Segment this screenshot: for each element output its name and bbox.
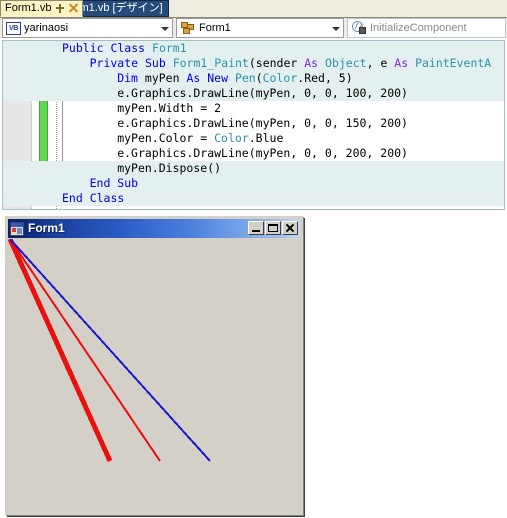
code-line-text: e.Graphics.DrawLine(myPen, 0, 0, 200, 20… [117, 146, 408, 160]
code-line-text: myPen.Color = Color.Blue [117, 131, 284, 145]
code-text-area[interactable]: Public Class Form1 Private Sub Form1_Pain… [3, 41, 504, 209]
code-editor[interactable]: Public Class Form1 Private Sub Form1_Pain… [2, 40, 505, 210]
chevron-down-icon[interactable] [158, 19, 172, 37]
form-title-bar[interactable]: Form1 [8, 219, 300, 238]
code-line: e.Graphics.DrawLine(myPen, 0, 0, 100, 20… [3, 86, 504, 101]
code-line-text: Private Sub Form1_Paint(sender As Object… [89, 56, 492, 70]
minimize-button[interactable] [248, 221, 264, 235]
code-line-text: End Sub [89, 176, 139, 190]
member-dropdown[interactable]: InitializeComponent [347, 18, 506, 38]
pin-icon[interactable] [55, 3, 65, 14]
project-dropdown[interactable]: VB yarinaosi [2, 18, 173, 38]
editor-tab-strip: Form1.vb Form1.vb [デザイン] [0, 0, 507, 18]
maximize-button[interactable] [265, 221, 281, 235]
ide-pane: Form1.vb Form1.vb [デザイン] VB yarinaosi Fo… [0, 0, 507, 212]
member-dropdown-value: InitializeComponent [370, 22, 467, 34]
thick-red-line [8, 239, 113, 463]
project-dropdown-value: yarinaosi [24, 22, 69, 34]
code-line-text: Public Class Form1 [62, 41, 187, 55]
tab-form1-vb-code[interactable]: Form1.vb [0, 0, 84, 17]
code-line: Private Sub Form1_Paint(sender As Object… [3, 56, 504, 71]
class-dropdown[interactable]: Form1 [176, 18, 344, 38]
paint-drawing [8, 239, 211, 463]
code-line: e.Graphics.DrawLine(myPen, 0, 0, 150, 20… [3, 116, 504, 131]
chevron-down-icon[interactable] [329, 19, 343, 37]
code-line: myPen.Dispose() [3, 161, 504, 176]
code-line-text: e.Graphics.DrawLine(myPen, 0, 0, 150, 20… [117, 116, 408, 130]
code-line: myPen.Width = 2 [3, 101, 504, 116]
class-dropdown-value: Form1 [199, 22, 231, 34]
close-button[interactable] [282, 221, 298, 235]
class-icon [180, 21, 196, 35]
tab-label: Form1.vb [5, 2, 52, 14]
form1-window[interactable]: Form1 [5, 216, 303, 515]
thin-red-line [9, 239, 161, 462]
form-client-area[interactable] [8, 239, 300, 512]
form-icon [10, 221, 24, 236]
code-line: End Sub [3, 176, 504, 191]
vb-project-icon: VB [6, 21, 21, 35]
navigation-bar: VB yarinaosi Form1 InitializeComponent [0, 18, 507, 38]
code-line: e.Graphics.DrawLine(myPen, 0, 0, 200, 20… [3, 146, 504, 161]
code-line: Dim myPen As New Pen(Color.Red, 5) [3, 71, 504, 86]
code-line-text: End Class [62, 191, 125, 205]
code-line-text: Dim myPen As New Pen(Color.Red, 5) [117, 71, 353, 85]
window-controls [248, 221, 298, 235]
code-line: Public Class Form1 [3, 41, 504, 56]
close-icon[interactable] [68, 3, 79, 14]
method-lock-icon [351, 21, 367, 35]
code-line-text: myPen.Width = 2 [117, 101, 222, 115]
code-line: End Class [3, 191, 504, 206]
code-line-text: myPen.Dispose() [117, 161, 222, 175]
blue-line [9, 239, 211, 462]
code-line: myPen.Color = Color.Blue [3, 131, 504, 146]
code-line-text: e.Graphics.DrawLine(myPen, 0, 0, 100, 20… [117, 86, 408, 100]
form-title: Form1 [28, 221, 65, 235]
